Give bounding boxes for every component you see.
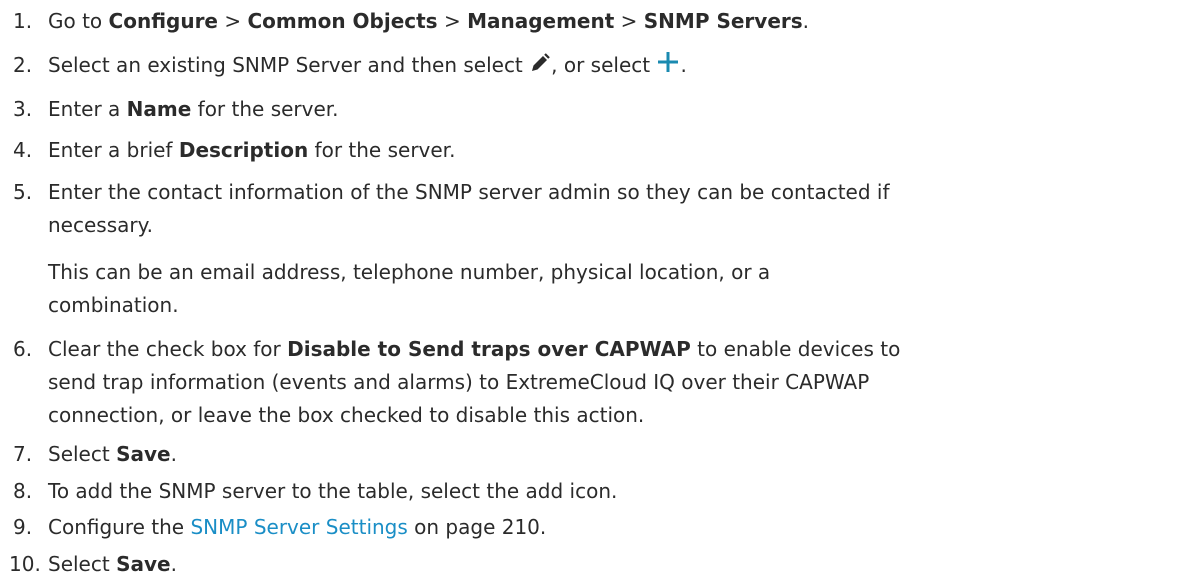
step-text-line: necessary. — [48, 213, 153, 237]
plus-icon — [656, 49, 680, 85]
step-text-line: Enter the contact information of the SNM… — [48, 180, 890, 204]
field-description-label: Description — [178, 138, 309, 162]
step-text-line: send trap information (events and alarms… — [48, 370, 870, 394]
step-text: Select an existing SNMP Server and then … — [48, 47, 687, 85]
step-number: 7. — [13, 442, 33, 466]
step-note-line: combination. — [48, 293, 179, 317]
step-text: Clear the check box for Disable to Send … — [48, 337, 901, 361]
step-number: 1. — [13, 9, 33, 33]
pencil-icon — [529, 49, 551, 85]
step-note-line: This can be an email address, telephone … — [48, 260, 771, 284]
option-disable-traps-label: Disable to Send traps over CAPWAP — [287, 337, 691, 361]
step-text-line: connection, or leave the box checked to … — [48, 403, 645, 427]
step-number: 6. — [13, 337, 33, 361]
step-text: Configure the SNMP Server Settings on pa… — [48, 515, 547, 539]
step-text: Select Save. — [48, 552, 177, 576]
step-number: 10. — [9, 552, 41, 576]
snmp-server-settings-link[interactable]: SNMP Server Settings — [190, 515, 407, 539]
step-text: Select Save. — [48, 442, 177, 466]
step-text: Enter a Name for the server. — [48, 97, 339, 121]
step-number: 8. — [13, 479, 33, 503]
step-text: Enter a brief Description for the server… — [48, 138, 456, 162]
save-label: Save — [116, 442, 171, 466]
procedure-steps: 1. Go to Configure > Common Objects > Ma… — [0, 0, 1184, 586]
menu-path-configure: Configure — [108, 9, 218, 33]
step-number: 2. — [13, 53, 33, 77]
save-label: Save — [116, 552, 171, 576]
step-text: To add the SNMP server to the table, sel… — [48, 479, 618, 503]
step-number: 5. — [13, 180, 33, 204]
menu-path-snmp-servers: SNMP Servers — [643, 9, 803, 33]
step-text: Go to Configure > Common Objects > Manag… — [48, 9, 810, 33]
step-number: 4. — [13, 138, 33, 162]
field-name-label: Name — [126, 97, 192, 121]
step-number: 9. — [13, 515, 33, 539]
menu-path-management: Management — [467, 9, 615, 33]
menu-path-common-objects: Common Objects — [247, 9, 438, 33]
step-number: 3. — [13, 97, 33, 121]
